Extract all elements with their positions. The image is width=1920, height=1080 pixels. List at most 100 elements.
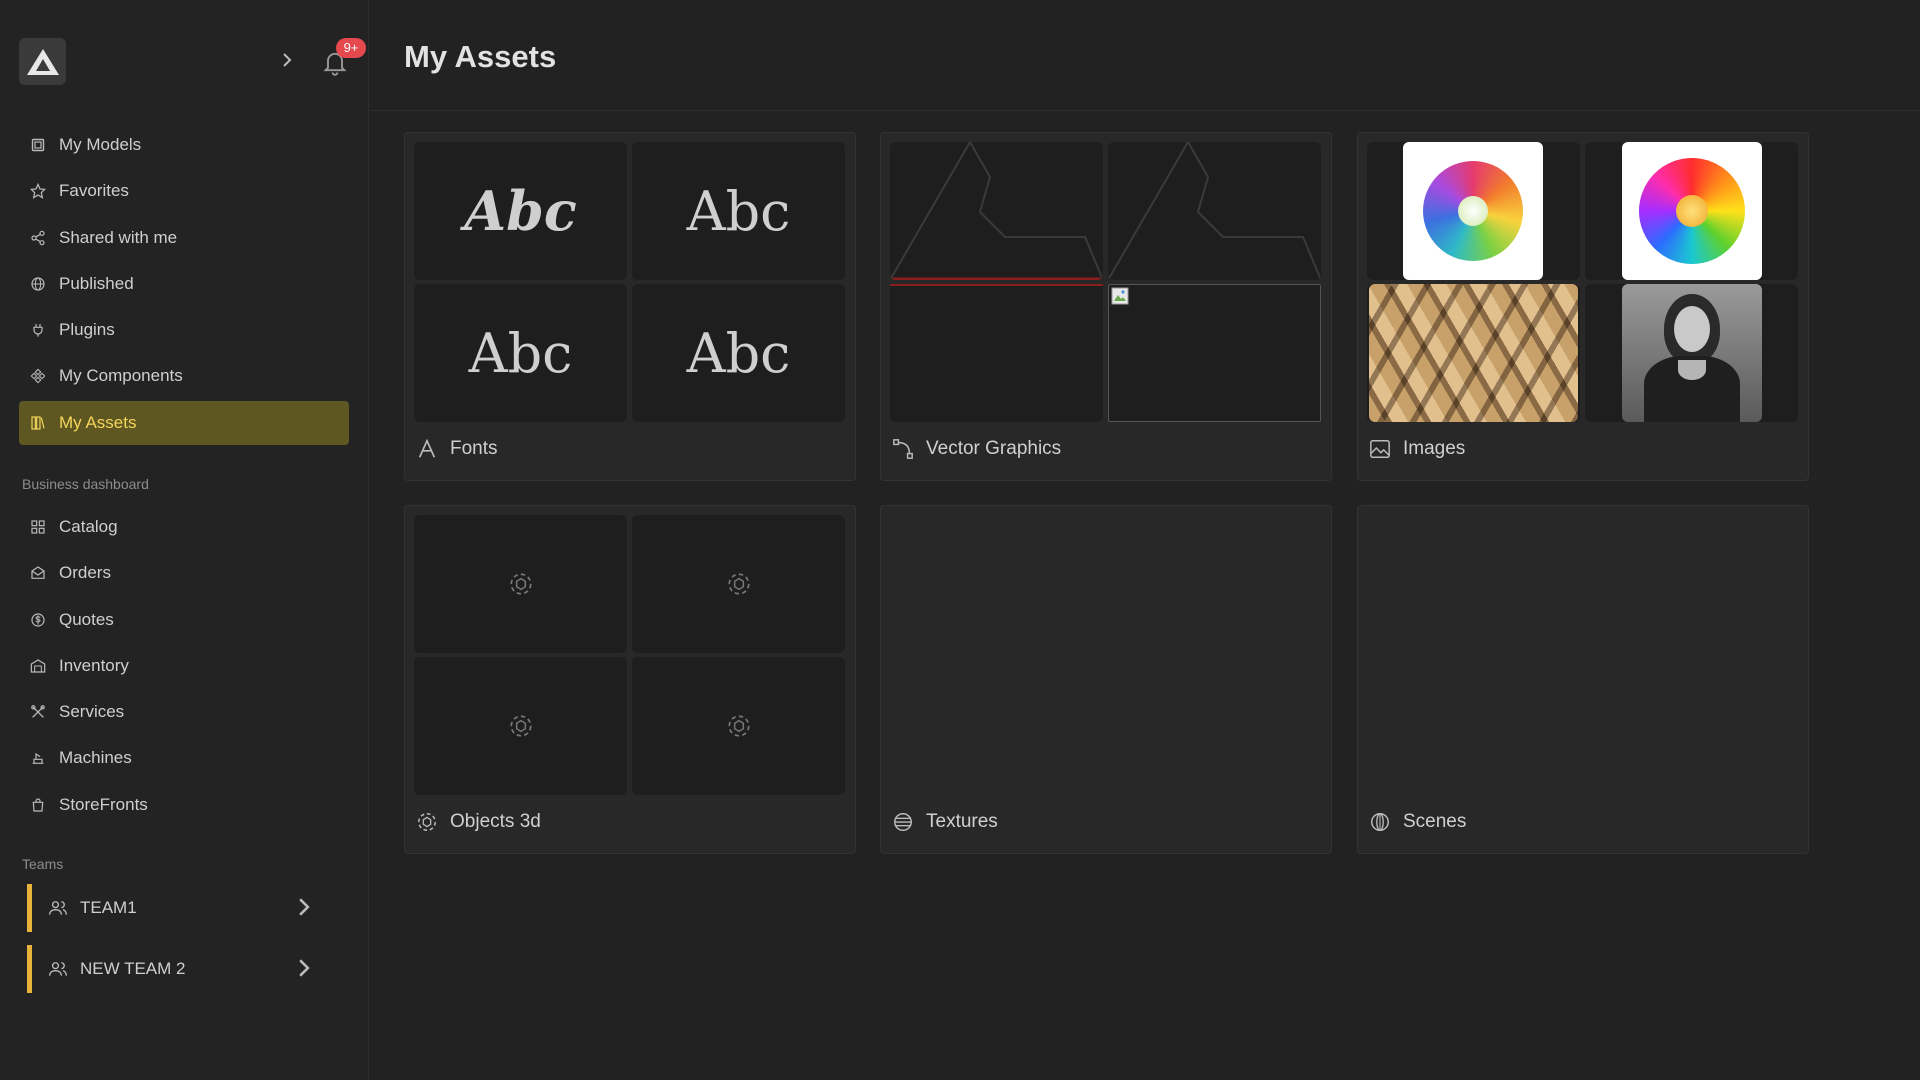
globe-icon <box>29 275 47 293</box>
sidebar-item-orders[interactable]: Orders <box>19 551 349 595</box>
sidebar-item-label: Services <box>59 702 125 722</box>
font-preview: Abc <box>414 142 627 280</box>
vector-preview <box>890 284 1103 422</box>
font-sample: Abc <box>686 179 791 243</box>
share-icon <box>29 229 47 247</box>
image-preview <box>1585 142 1798 280</box>
sidebar-item-my-components[interactable]: My Components <box>19 354 349 398</box>
object-3d-icon <box>509 715 532 737</box>
sidebar-item-label: Catalog <box>59 517 118 536</box>
card-label: Objects 3d <box>416 809 541 835</box>
object-preview <box>632 657 845 795</box>
assets-icon <box>29 414 47 432</box>
dollar-icon <box>29 611 47 629</box>
object-preview <box>632 515 845 653</box>
sidebar-item-label: Shared with me <box>59 227 178 247</box>
images-card[interactable]: Images <box>1357 132 1809 481</box>
team-item-new-team-2[interactable]: NEW TEAM 2 <box>27 945 323 993</box>
vector-preview <box>890 142 1103 280</box>
sidebar-item-services[interactable]: Services <box>19 690 349 734</box>
team-item-team1[interactable]: TEAM1 <box>27 884 323 932</box>
card-label: Fonts <box>416 436 498 462</box>
texture-icon <box>892 811 914 833</box>
object-preview <box>414 657 627 795</box>
image-preview <box>1367 284 1580 422</box>
broken-image-preview <box>1108 284 1321 422</box>
sidebar-item-machines[interactable]: Machines <box>19 736 349 780</box>
sidebar-item-label: Inventory <box>59 655 129 675</box>
card-title: Scenes <box>1403 811 1467 832</box>
app-logo[interactable] <box>19 38 66 85</box>
sidebar-item-storefronts[interactable]: StoreFronts <box>19 783 349 827</box>
object-3d-icon <box>727 573 750 595</box>
sidebar-item-catalog[interactable]: Catalog <box>19 505 349 549</box>
users-icon <box>48 898 68 918</box>
scenes-card[interactable]: Scenes <box>1357 505 1809 854</box>
font-sample: Abc <box>464 179 577 243</box>
users-icon <box>48 959 68 979</box>
card-title: Objects 3d <box>450 811 541 832</box>
object-preview <box>414 515 627 653</box>
image-icon <box>1369 438 1391 460</box>
grid-icon <box>29 518 47 536</box>
font-preview: Abc <box>632 142 845 280</box>
tools-icon <box>29 703 47 721</box>
sidebar-item-inventory[interactable]: Inventory <box>19 644 349 688</box>
object-3d-icon <box>727 715 750 737</box>
sidebar-item-plugins[interactable]: Plugins <box>19 308 349 352</box>
font-preview: Abc <box>632 284 845 422</box>
sidebar-item-favorites[interactable]: Favorites <box>19 169 349 213</box>
sidebar: 9+ My Models Favorites Shared with me Pu… <box>0 0 369 1080</box>
sidebar-item-published[interactable]: Published <box>19 262 349 306</box>
geometric-pattern-image <box>1369 284 1578 422</box>
expand-sidebar-button[interactable] <box>277 50 297 70</box>
sidebar-item-my-models[interactable]: My Models <box>19 123 349 167</box>
font-preview: Abc <box>414 284 627 422</box>
sidebar-item-label: Published <box>59 273 134 293</box>
card-label: Images <box>1369 436 1465 462</box>
sidebar-item-shared-with-me[interactable]: Shared with me <box>19 216 349 260</box>
object-3d-icon <box>509 573 532 595</box>
image-preview <box>1367 142 1580 280</box>
business-nav: Catalog Orders Quotes Inventory Services… <box>19 505 349 829</box>
vector-shape <box>1108 142 1321 280</box>
teams-heading: Teams <box>22 856 64 872</box>
business-dashboard-heading: Business dashboard <box>22 476 149 492</box>
vector-path-icon <box>892 438 914 460</box>
card-title: Textures <box>926 811 998 832</box>
sidebar-item-my-assets[interactable]: My Assets <box>19 400 349 445</box>
machine-icon <box>29 749 47 767</box>
font-sample: Abc <box>686 321 791 385</box>
team-label: TEAM1 <box>80 898 137 917</box>
sidebar-item-label: Machines <box>59 748 132 768</box>
fonts-card[interactable]: Abc Abc Abc Abc Fonts <box>404 132 856 481</box>
orders-icon <box>29 564 47 582</box>
sidebar-item-label: Favorites <box>59 181 129 201</box>
cube-icon <box>29 136 47 154</box>
vector-shape <box>890 142 1103 280</box>
card-title: Fonts <box>450 438 498 459</box>
warehouse-icon <box>29 657 47 675</box>
font-icon <box>416 438 438 460</box>
sidebar-item-label: My Assets <box>59 412 137 432</box>
sidebar-item-label: My Components <box>59 366 183 386</box>
star-icon <box>29 182 47 200</box>
font-sample: Abc <box>468 321 573 385</box>
card-label: Scenes <box>1369 809 1466 835</box>
vector-preview <box>1108 142 1321 280</box>
sidebar-item-label: My Models <box>59 135 142 154</box>
bag-icon <box>29 796 47 814</box>
page-title: My Assets <box>404 39 557 74</box>
textures-card[interactable]: Textures <box>880 505 1332 854</box>
sidebar-item-quotes[interactable]: Quotes <box>19 598 349 642</box>
vector-graphics-card[interactable]: Vector Graphics <box>880 132 1332 481</box>
sidebar-item-label: Quotes <box>59 609 114 629</box>
object-3d-icon <box>416 811 438 833</box>
chevron-right-icon <box>299 898 310 916</box>
chevron-right-icon <box>299 959 310 977</box>
chevron-right-icon <box>283 53 292 67</box>
sidebar-item-label: Orders <box>59 563 111 583</box>
plug-icon <box>29 321 47 339</box>
objects-3d-card[interactable]: Objects 3d <box>404 505 856 854</box>
page-header: My Assets <box>370 0 1920 111</box>
